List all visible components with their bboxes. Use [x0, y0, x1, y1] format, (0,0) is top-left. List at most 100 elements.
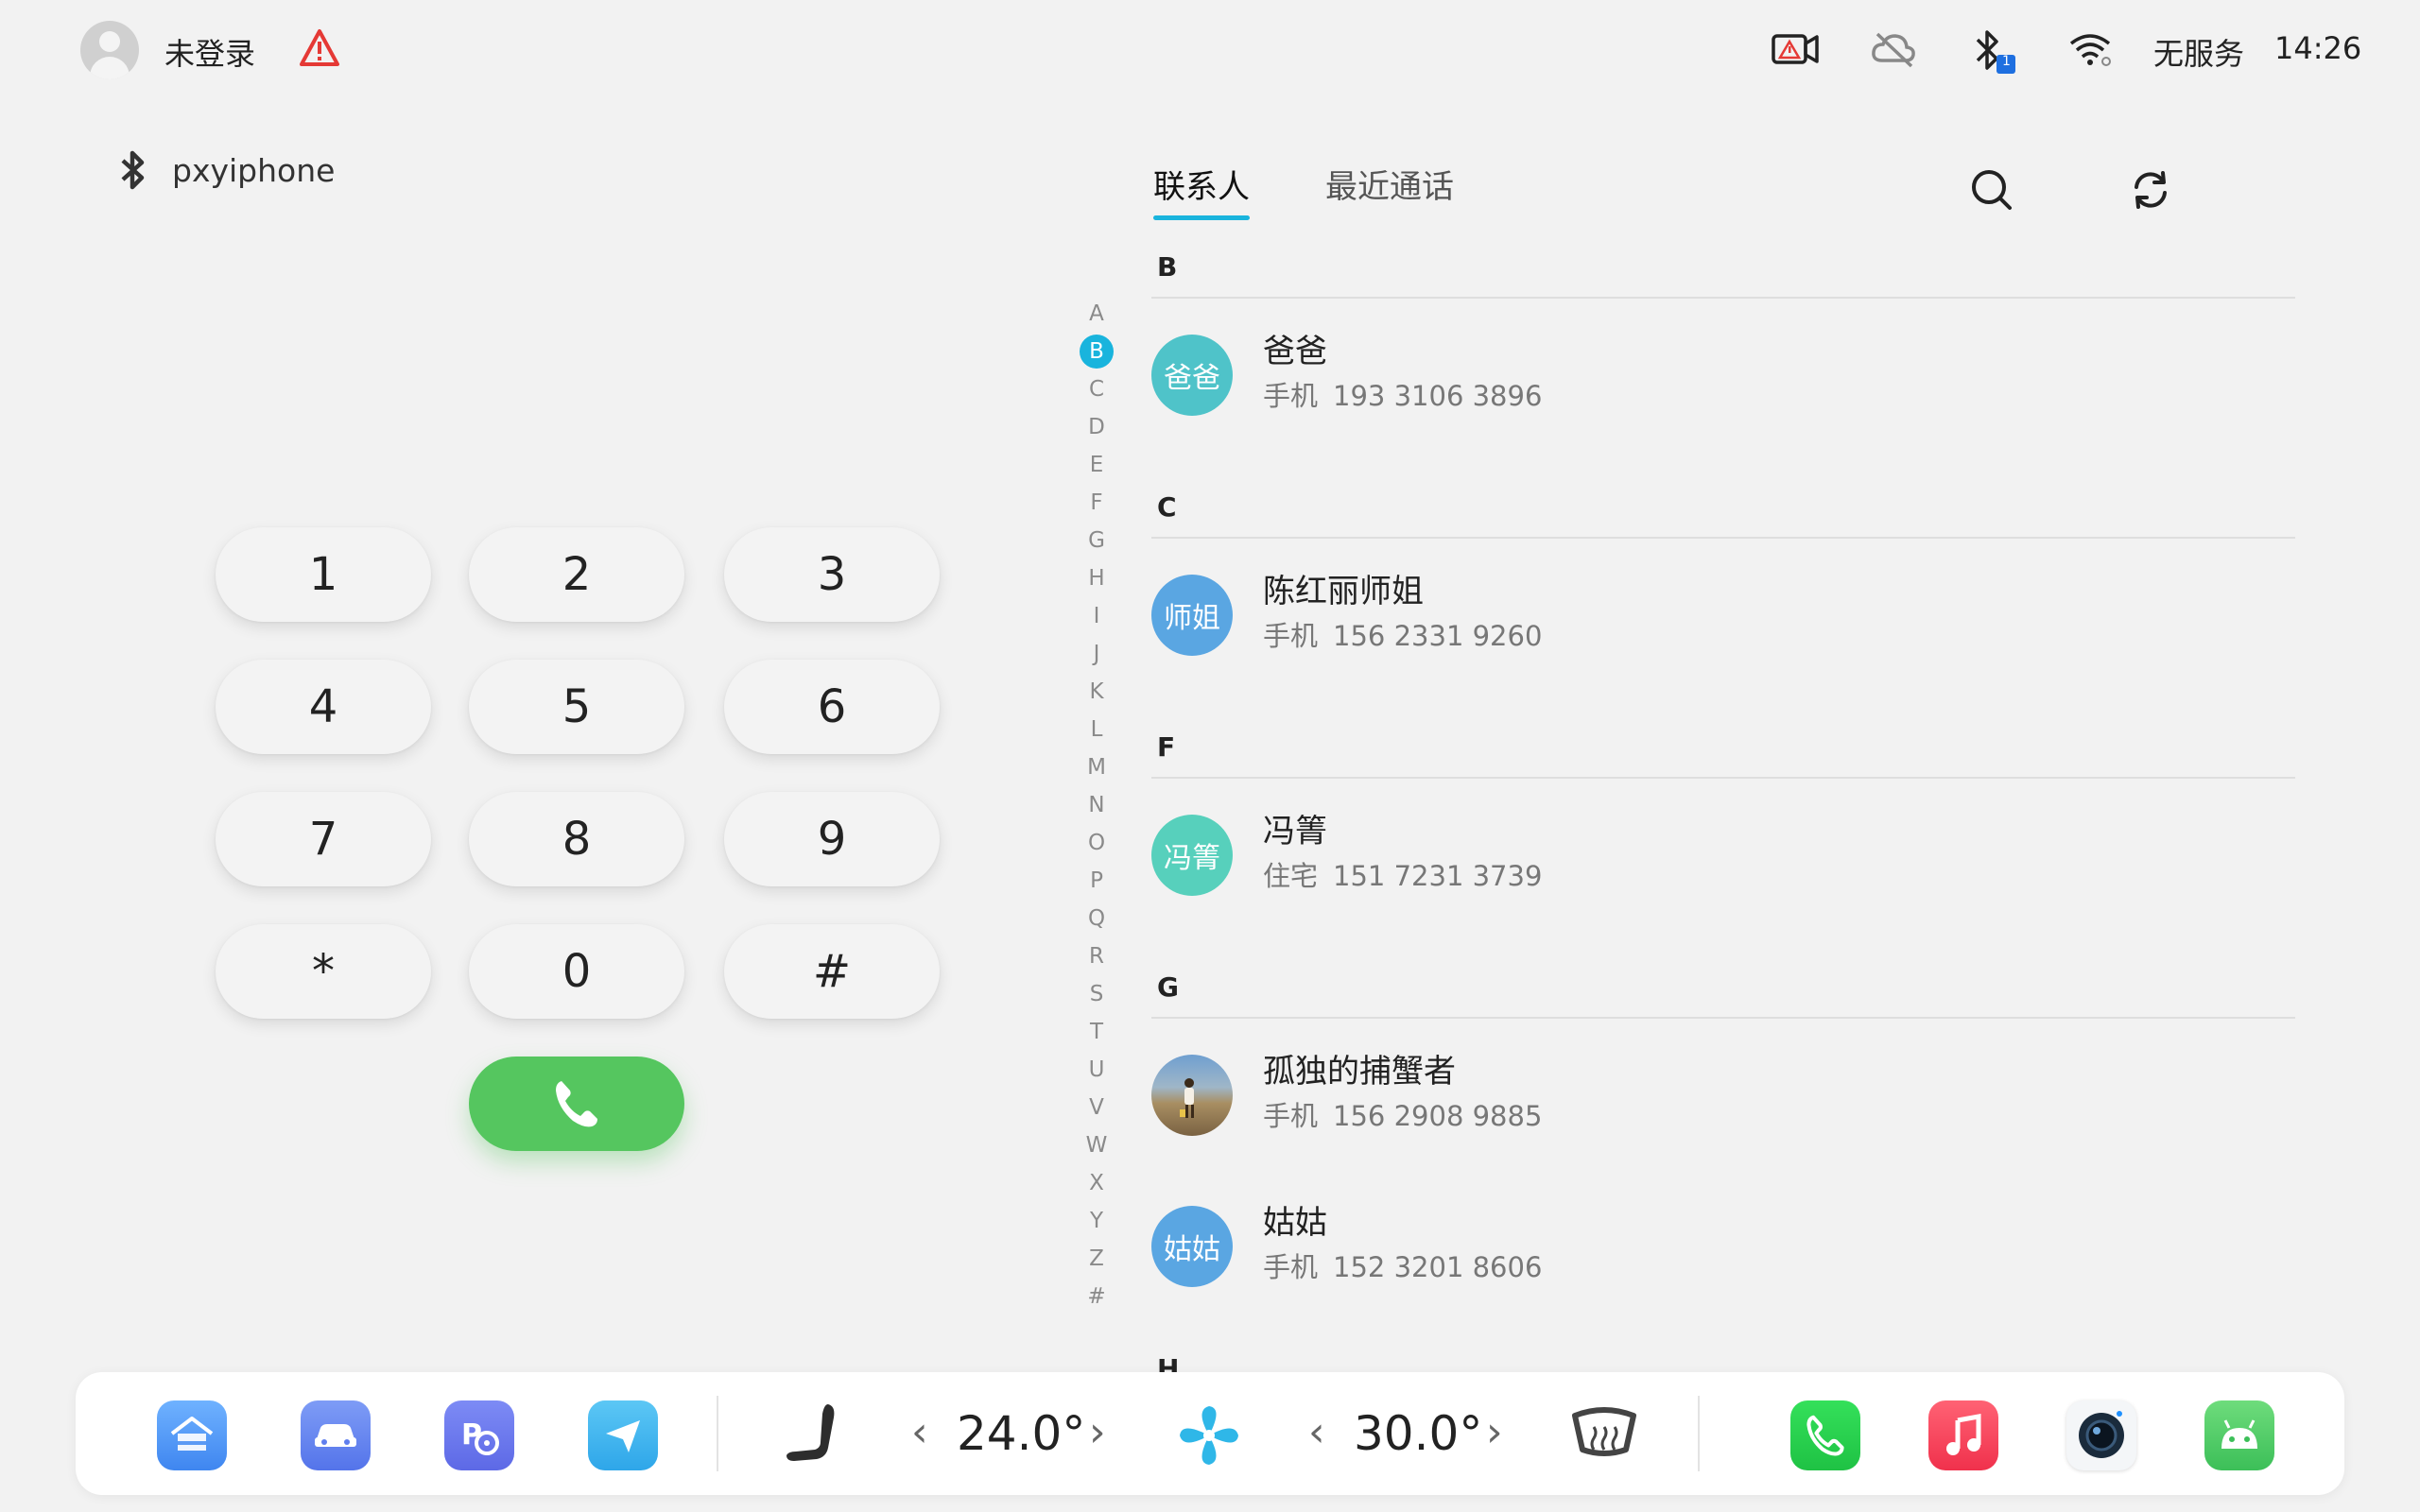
contact-photo-avatar — [1151, 1055, 1233, 1136]
dial-key-4[interactable]: 4 — [216, 660, 431, 754]
clock-time: 14:26 — [2274, 30, 2362, 66]
alpha-letter[interactable]: F — [1078, 484, 1115, 522]
alpha-letter[interactable]: Z — [1078, 1240, 1115, 1278]
rear-defrost-icon[interactable] — [1569, 1406, 1639, 1467]
phone-icon — [556, 1081, 597, 1127]
section-divider — [1151, 1017, 2295, 1019]
contact-phone: 手机 156 2331 9260 — [1263, 620, 1543, 652]
left-temperature: 24.0° — [957, 1406, 1086, 1461]
dial-key-9[interactable]: 9 — [724, 792, 940, 886]
alpha-letter[interactable]: T — [1078, 1013, 1115, 1051]
tab-active-indicator — [1153, 215, 1250, 220]
alpha-letter[interactable]: W — [1078, 1126, 1115, 1164]
dial-key-star[interactable]: * — [216, 924, 431, 1019]
alpha-letter[interactable]: V — [1078, 1089, 1115, 1126]
contact-avatar: 师姐 — [1151, 575, 1233, 656]
alphabet-index[interactable]: A B C D E F G H I J K L M N O P Q R S T … — [1078, 295, 1115, 1315]
section-header-g: G — [1157, 971, 1179, 1003]
bluetooth-device-name: pxyiphone — [172, 151, 336, 189]
alpha-letter[interactable]: C — [1078, 370, 1115, 408]
section-divider — [1151, 537, 2295, 539]
home-icon[interactable] — [157, 1400, 227, 1470]
bluetooth-icon: 1 — [1972, 28, 2019, 81]
wifi-icon — [2068, 32, 2112, 70]
alpha-letter[interactable]: D — [1078, 408, 1115, 446]
right-temperature: 30.0° — [1354, 1406, 1483, 1461]
dial-key-7[interactable]: 7 — [216, 792, 431, 886]
alpha-letter[interactable]: N — [1078, 786, 1115, 824]
cloud-off-icon — [1870, 30, 1917, 72]
android-app-icon[interactable] — [2204, 1400, 2274, 1470]
section-divider — [1151, 297, 2295, 299]
alpha-letter[interactable]: G — [1078, 522, 1115, 559]
right-temp-increase-chevron[interactable]: › — [1486, 1408, 1503, 1456]
bluetooth-badge: 1 — [2002, 54, 2011, 69]
dial-key-hash[interactable]: # — [724, 924, 940, 1019]
alpha-letter[interactable]: L — [1078, 711, 1115, 748]
alpha-letter[interactable]: U — [1078, 1051, 1115, 1089]
car-icon[interactable] — [301, 1400, 371, 1470]
dial-key-2[interactable]: 2 — [469, 527, 684, 622]
alpha-letter[interactable]: P — [1078, 862, 1115, 900]
tab-recent-calls[interactable]: 最近通话 — [1325, 161, 1454, 207]
fan-icon[interactable] — [1174, 1400, 1244, 1474]
section-divider — [1151, 777, 2295, 779]
dial-key-6[interactable]: 6 — [724, 660, 940, 754]
tab-contacts[interactable]: 联系人 — [1153, 161, 1250, 207]
alpha-letter[interactable]: H — [1078, 559, 1115, 597]
alpha-letter[interactable]: A — [1078, 295, 1115, 333]
service-status-label: 无服务 — [2153, 36, 2245, 72]
user-avatar-icon[interactable] — [80, 21, 139, 79]
alpha-letter[interactable]: X — [1078, 1164, 1115, 1202]
alpha-letter[interactable]: O — [1078, 824, 1115, 862]
bluetooth-device-icon — [121, 150, 145, 190]
alpha-letter-active[interactable]: B — [1078, 333, 1115, 370]
call-button[interactable] — [469, 1057, 684, 1151]
dial-key-5[interactable]: 5 — [469, 660, 684, 754]
alpha-letter[interactable]: Y — [1078, 1202, 1115, 1240]
search-icon[interactable] — [1970, 168, 2014, 215]
bluetooth-device[interactable]: pxyiphone — [117, 149, 335, 191]
parking-icon[interactable]: P — [444, 1400, 514, 1470]
navigation-icon[interactable] — [588, 1400, 658, 1470]
dock-separator — [717, 1396, 718, 1471]
dashcam-warning-icon[interactable] — [1772, 32, 1821, 70]
contact-phone: 手机 152 3201 8606 — [1263, 1251, 1543, 1283]
dial-key-0[interactable]: 0 — [469, 924, 684, 1019]
right-temp-decrease-chevron[interactable]: ‹ — [1308, 1408, 1325, 1456]
warning-icon[interactable] — [299, 28, 340, 72]
dial-key-3[interactable]: 3 — [724, 527, 940, 622]
left-temp-increase-chevron[interactable]: › — [1089, 1408, 1106, 1456]
seat-icon[interactable] — [781, 1400, 843, 1474]
section-header-b: B — [1157, 251, 1178, 283]
contact-name[interactable]: 陈红丽师姐 — [1263, 565, 1424, 611]
camera-app-icon[interactable] — [2066, 1400, 2136, 1470]
alpha-letter[interactable]: # — [1078, 1278, 1115, 1315]
contact-avatar: 冯箐 — [1151, 815, 1233, 896]
contact-avatar: 爸爸 — [1151, 335, 1233, 416]
contact-name[interactable]: 冯箐 — [1263, 805, 1327, 851]
alpha-letter[interactable]: R — [1078, 937, 1115, 975]
alpha-letter[interactable]: I — [1078, 597, 1115, 635]
section-header-c: C — [1157, 491, 1177, 523]
alpha-letter[interactable]: E — [1078, 446, 1115, 484]
left-temp-decrease-chevron[interactable]: ‹ — [911, 1408, 928, 1456]
alpha-letter[interactable]: Q — [1078, 900, 1115, 937]
alpha-letter[interactable]: J — [1078, 635, 1115, 673]
contact-avatar: 姑姑 — [1151, 1206, 1233, 1287]
music-app-icon[interactable] — [1928, 1400, 1998, 1470]
section-header-f: F — [1157, 731, 1176, 763]
dial-key-8[interactable]: 8 — [469, 792, 684, 886]
alpha-letter[interactable]: S — [1078, 975, 1115, 1013]
contact-name[interactable]: 爸爸 — [1263, 325, 1327, 371]
dial-key-1[interactable]: 1 — [216, 527, 431, 622]
contact-name[interactable]: 姑姑 — [1263, 1196, 1327, 1243]
alpha-letter[interactable]: M — [1078, 748, 1115, 786]
alpha-letter[interactable]: K — [1078, 673, 1115, 711]
contact-name[interactable]: 孤独的捕蟹者 — [1263, 1045, 1456, 1091]
refresh-icon[interactable] — [2129, 168, 2172, 215]
login-status-label[interactable]: 未登录 — [164, 30, 255, 74]
phone-app-icon[interactable] — [1790, 1400, 1860, 1470]
dock-separator — [1698, 1396, 1700, 1471]
contact-phone: 手机 156 2908 9885 — [1263, 1100, 1543, 1132]
